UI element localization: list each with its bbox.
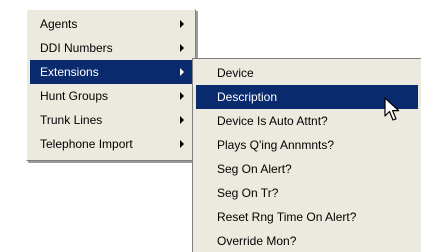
submenu-item-reset-rng-time-on-alert[interactable]: Reset Rng Time On Alert? [196, 205, 418, 229]
menu-item-extensions[interactable]: Extensions [30, 60, 192, 84]
chevron-right-icon [180, 44, 184, 52]
main-context-menu: Agents DDI Numbers Extensions Hunt Group… [26, 9, 196, 161]
chevron-right-icon [180, 92, 184, 100]
submenu-item-label: Override Mon? [217, 234, 297, 248]
chevron-right-icon [180, 68, 184, 76]
menu-item-telephone-import[interactable]: Telephone Import [30, 132, 192, 156]
chevron-right-icon [180, 20, 184, 28]
menu-item-label: Hunt Groups [40, 89, 109, 103]
submenu-item-label: Device [217, 66, 254, 80]
submenu-item-seg-on-tr[interactable]: Seg On Tr? [196, 181, 418, 205]
submenu-item-label: Seg On Alert? [217, 162, 292, 176]
chevron-right-icon [180, 140, 184, 148]
menu-item-label: Agents [40, 17, 78, 31]
menu-item-label: DDI Numbers [40, 41, 113, 55]
submenu-item-plays-qing-annmnts[interactable]: Plays Q'ing Annmnts? [196, 133, 418, 157]
menu-item-label: Telephone Import [40, 137, 133, 151]
chevron-right-icon [180, 116, 184, 124]
menu-item-trunk-lines[interactable]: Trunk Lines [30, 108, 192, 132]
submenu-item-override-mon[interactable]: Override Mon? [196, 229, 418, 252]
menu-item-hunt-groups[interactable]: Hunt Groups [30, 84, 192, 108]
menu-item-ddi-numbers[interactable]: DDI Numbers [30, 36, 192, 60]
submenu-item-label: Seg On Tr? [217, 186, 279, 200]
submenu-item-label: Reset Rng Time On Alert? [217, 210, 357, 224]
submenu-item-device[interactable]: Device [196, 61, 418, 85]
menu-item-label: Extensions [40, 65, 99, 79]
submenu-item-label: Plays Q'ing Annmnts? [217, 138, 335, 152]
extensions-submenu: Device Description Device Is Auto Attnt?… [192, 58, 421, 252]
mouse-pointer-icon [384, 97, 400, 121]
menu-item-agents[interactable]: Agents [30, 12, 192, 36]
menu-item-label: Trunk Lines [40, 113, 103, 127]
submenu-item-label: Device Is Auto Attnt? [217, 114, 328, 128]
submenu-item-seg-on-alert[interactable]: Seg On Alert? [196, 157, 418, 181]
submenu-item-label: Description [217, 90, 278, 104]
